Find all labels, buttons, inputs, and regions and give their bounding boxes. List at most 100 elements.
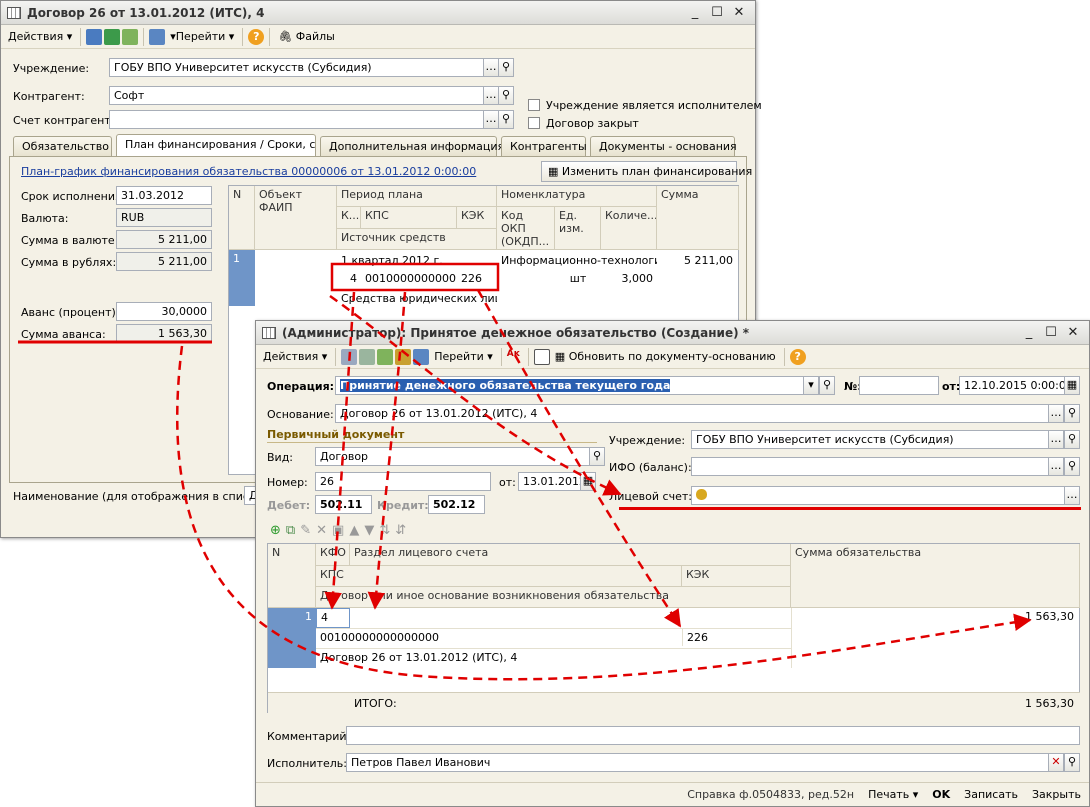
save-icon[interactable] [86, 28, 103, 45]
ellipsis-icon[interactable]: … [1048, 430, 1064, 449]
copy-icon[interactable] [377, 348, 394, 365]
column-sum[interactable]: Сумма [657, 186, 739, 250]
column-k[interactable]: К... [337, 207, 361, 229]
close-icon[interactable]: ✕ [1063, 325, 1083, 341]
search-icon[interactable]: ⚲ [498, 58, 514, 77]
calendar-icon[interactable]: ▦ [580, 472, 596, 491]
save-button[interactable]: Записать [964, 788, 1018, 801]
column-kek[interactable]: КЭК [457, 207, 497, 229]
change-plan-button[interactable]: ▦ Изменить план финансирования [541, 161, 752, 182]
doc-number-field[interactable]: 26 [315, 472, 491, 491]
personal-account-field[interactable] [691, 486, 1065, 505]
report-icon[interactable] [533, 348, 550, 365]
table-row[interactable]: 1 1 квартал 2012 г. Информационно-технол… [229, 250, 739, 306]
actions-menu[interactable]: Действия ▾ [260, 347, 330, 367]
database-icon[interactable] [395, 348, 412, 365]
kind-field[interactable]: Договор [315, 447, 590, 466]
column-nomenclature[interactable]: Номенклатура [497, 186, 657, 207]
close-button[interactable]: Закрыть [1032, 788, 1081, 801]
goto-menu[interactable]: ▾ Перейти ▾ [167, 27, 237, 47]
up-icon[interactable]: ▲ [349, 523, 359, 538]
ellipsis-icon[interactable]: … [483, 86, 499, 105]
sort-asc-icon[interactable]: ⇅ [379, 523, 390, 538]
column-period[interactable]: Период плана [337, 186, 497, 207]
column-kek[interactable]: КЭК [682, 566, 791, 587]
refresh-icon[interactable] [104, 28, 121, 45]
ok-button[interactable]: OK [932, 788, 950, 801]
help-icon[interactable]: ? [248, 28, 265, 45]
column-faip[interactable]: Объект ФАИП [255, 186, 337, 250]
refresh-icon[interactable] [359, 348, 376, 365]
goto-menu[interactable]: Перейти ▾ [431, 347, 496, 367]
column-obligation-sum[interactable]: Сумма обязательства [791, 544, 1080, 608]
obligation-window-titlebar[interactable]: (Администратор): Принятое денежное обяза… [256, 321, 1089, 345]
minimize-icon[interactable]: _ [1019, 325, 1039, 341]
operation-field[interactable]: Принятие денежного обязательства текущег… [335, 376, 820, 395]
table-row[interactable]: 1 4 00100000000000000 226 Договор 26 от … [268, 608, 1080, 668]
report-link[interactable]: Справка ф.0504833, ред.52н [687, 788, 854, 801]
help-icon[interactable]: ? [789, 348, 806, 365]
column-unit[interactable]: Ед. изм. [555, 207, 601, 250]
minimize-icon[interactable]: _ [685, 5, 705, 21]
number-field[interactable] [859, 376, 939, 395]
add-icon[interactable]: ⊕ [270, 523, 281, 538]
search-icon[interactable]: ⚲ [498, 110, 514, 129]
closed-checkbox[interactable] [528, 117, 540, 129]
ifo-field[interactable] [691, 457, 1049, 476]
copy-row-icon[interactable]: ⧉ [286, 523, 295, 538]
spelling-icon[interactable]: Aᴋ [506, 348, 523, 365]
clear-icon[interactable]: ✕ [1048, 753, 1064, 772]
ellipsis-icon[interactable]: … [483, 58, 499, 77]
column-okp[interactable]: Код ОКП (ОКДП... [497, 207, 555, 250]
calendar-icon[interactable]: ▦ [1064, 376, 1080, 395]
search-icon[interactable]: ⚲ [589, 447, 605, 466]
search-icon[interactable]: ⚲ [1064, 430, 1080, 449]
column-kfo[interactable]: КФО [316, 544, 350, 566]
maximize-icon[interactable]: ☐ [1041, 325, 1061, 341]
chevron-down-icon[interactable]: ▾ [803, 376, 819, 395]
column-kps[interactable]: КПС [316, 566, 682, 587]
account-field[interactable] [109, 110, 484, 129]
ellipsis-icon[interactable]: … [1048, 457, 1064, 476]
tab-obligation[interactable]: Обязательство [13, 136, 112, 156]
comment-field[interactable] [346, 726, 1080, 745]
search-icon[interactable]: ⚲ [1064, 404, 1080, 423]
basis-field[interactable]: Договор 26 от 13.01.2012 (ИТС), 4 [335, 404, 1049, 423]
save-icon[interactable]: ▣ [332, 523, 344, 538]
counterparty-field[interactable]: Софт [109, 86, 484, 105]
refresh-by-basis-button[interactable]: ▦ Обновить по документу-основанию [552, 347, 779, 367]
ellipsis-icon[interactable]: … [483, 110, 499, 129]
institution-field[interactable]: ГОБУ ВПО Университет искусств (Субсидия) [691, 430, 1049, 449]
doc-date-field[interactable]: 13.01.2012 [518, 472, 581, 491]
column-section[interactable]: Раздел лицевого счета [350, 544, 791, 566]
currency-field[interactable]: RUB [116, 208, 212, 227]
edit-icon[interactable]: ✎ [300, 523, 311, 538]
down-icon[interactable]: ▼ [364, 523, 374, 538]
column-kps[interactable]: КПС [361, 207, 457, 229]
tab-financing-plan[interactable]: План финансирования / Сроки, с... [116, 134, 316, 156]
search-icon[interactable]: ⚲ [1064, 457, 1080, 476]
print-menu[interactable]: Печать ▾ [868, 788, 918, 801]
plan-schedule-link[interactable]: План-график финансирования обязательства… [21, 165, 476, 178]
goto-icon[interactable] [149, 28, 166, 45]
delete-icon[interactable]: ✕ [316, 523, 327, 538]
tab-additional-info[interactable]: Дополнительная информация [320, 136, 504, 156]
search-icon[interactable]: ⚲ [498, 86, 514, 105]
close-icon[interactable]: ✕ [729, 5, 749, 21]
goto-icon[interactable] [413, 348, 430, 365]
tab-basis-documents[interactable]: Документы - основания [590, 136, 737, 156]
institution-field[interactable]: ГОБУ ВПО Университет искусств (Субсидия) [109, 58, 484, 77]
column-basis[interactable]: Договор или иное основание возникновения… [316, 587, 791, 608]
advance-percent-field[interactable]: 30,0000 [116, 302, 212, 321]
ellipsis-icon[interactable]: … [1064, 486, 1080, 505]
column-source[interactable]: Источник средств [337, 229, 497, 250]
executor-field[interactable]: Петров Павел Иванович [346, 753, 1049, 772]
executor-checkbox[interactable] [528, 99, 540, 111]
tab-counterparties[interactable]: Контрагенты [501, 136, 587, 156]
column-n[interactable]: N [268, 544, 316, 608]
contract-window-titlebar[interactable]: Договор 26 от 13.01.2012 (ИТС), 4 _ ☐ ✕ [1, 1, 755, 25]
save-icon[interactable] [341, 348, 358, 365]
search-icon[interactable]: ⚲ [819, 376, 835, 395]
copy-icon[interactable] [122, 28, 139, 45]
column-n[interactable]: N [229, 186, 255, 250]
